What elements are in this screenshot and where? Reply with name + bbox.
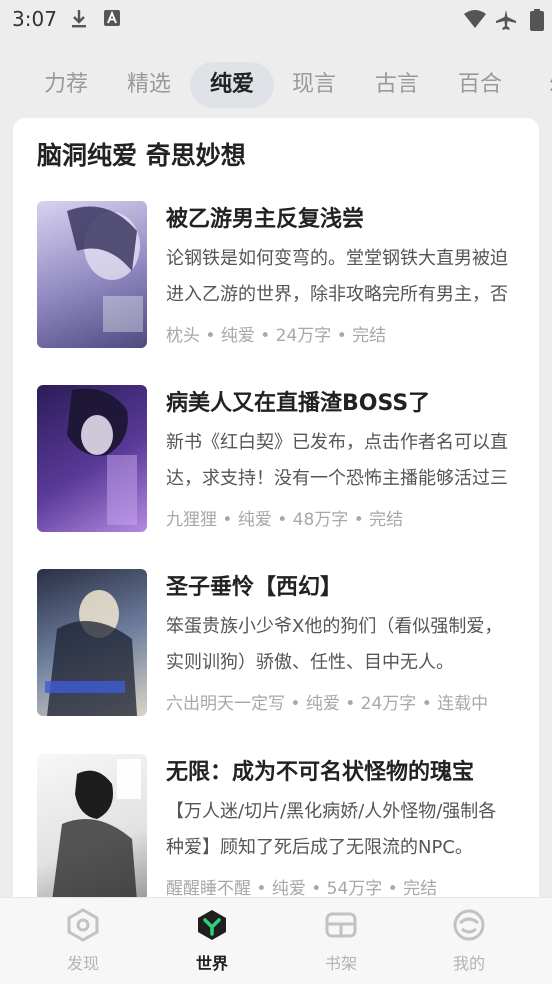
book-item[interactable]: 病美人又在直播渣BOSS了 新书《红白契》已发布，点击作者名可以直达，求支持！没…: [37, 385, 527, 535]
wifi-icon: [463, 9, 487, 33]
book-item[interactable]: 圣子垂怜【西幻】 笨蛋贵族小少爷X他的狗们（看似强制爱，实则训狗）骄傲、任性、目…: [37, 569, 527, 719]
book-meta: 九狸狸 • 纯爱 • 48万字 • 完结: [166, 510, 404, 530]
tab-fantasy[interactable]: 幻: [520, 62, 552, 108]
nav-mine-label: 我的: [452, 954, 485, 973]
nav-discover-label: 发现: [66, 954, 99, 973]
tab-featured[interactable]: 精选: [109, 62, 189, 108]
download-icon: [70, 9, 88, 33]
discover-icon: [66, 908, 100, 946]
book-description: 【万人迷/切片/黑化病娇/人外怪物/强制各种爱】顾知了死后成了无限流的NPC。: [166, 801, 497, 858]
bookshelf-icon: [324, 912, 358, 946]
airplane-icon: [495, 9, 517, 35]
book-cover[interactable]: [37, 385, 147, 532]
book-cover[interactable]: [37, 569, 147, 716]
nav-discover[interactable]: 发现: [43, 908, 123, 974]
book-title[interactable]: 圣子垂怜【西幻】: [166, 569, 342, 601]
book-description: 笨蛋贵族小少爷X他的狗们（看似强制爱，实则训狗）骄傲、任性、目中无人。: [166, 616, 503, 673]
profile-icon: [452, 909, 486, 946]
nav-bookshelf[interactable]: 书架: [301, 908, 381, 974]
book-description: 论钢铁是如何变弯的。堂堂钢铁大直男被迫进入乙游的世界，除非攻略完所有男主，否则无…: [166, 248, 508, 305]
nav-mine[interactable]: 我的: [429, 908, 509, 974]
world-icon: [195, 910, 229, 946]
tab-yuri[interactable]: 百合: [440, 62, 520, 108]
book-title[interactable]: 被乙游男主反复浅尝: [166, 201, 364, 233]
status-bar: 3:07: [0, 0, 552, 40]
book-description: 新书《红白契》已发布，点击作者名可以直达，求支持！没有一个恐怖主播能够活过三期。: [166, 432, 508, 489]
book-meta: 六出明天一定写 • 纯爱 • 24万字 • 连载中: [166, 694, 489, 714]
status-time: 3:07: [12, 7, 57, 31]
tab-modern-romance[interactable]: 现言: [274, 62, 354, 108]
book-meta: 醒醒睡不醒 • 纯爱 • 54万字 • 完结: [166, 879, 438, 899]
book-item[interactable]: 被乙游男主反复浅尝 论钢铁是如何变弯的。堂堂钢铁大直男被迫进入乙游的世界，除非攻…: [37, 201, 527, 351]
tab-ancient-romance[interactable]: 古言: [357, 62, 437, 108]
nav-world-label: 世界: [195, 954, 228, 973]
category-tabs: 力荐 精选 纯爱 现言 古言 百合 幻: [0, 62, 552, 112]
nav-world[interactable]: 世界: [172, 908, 252, 974]
book-title[interactable]: 病美人又在直播渣BOSS了: [166, 385, 430, 417]
section-title: 脑洞纯爱 奇思妙想: [37, 141, 246, 170]
book-meta: 枕头 • 纯爱 • 24万字 • 完结: [166, 326, 387, 346]
battery-icon: [530, 9, 544, 35]
tab-recommend[interactable]: 力荐: [26, 62, 106, 108]
book-title[interactable]: 无限：成为不可名状怪物的瑰宝: [166, 754, 474, 786]
book-list-card: 脑洞纯爱 奇思妙想 被乙游男主反复浅尝 论钢铁是如何变弯的。堂堂钢铁大直男被迫进…: [13, 118, 539, 918]
book-cover[interactable]: [37, 754, 147, 901]
book-cover[interactable]: [37, 201, 147, 348]
bottom-nav: 发现 世界 书架 我的: [0, 897, 552, 984]
font-icon: [103, 9, 121, 31]
nav-bookshelf-label: 书架: [324, 954, 357, 973]
book-item[interactable]: 无限：成为不可名状怪物的瑰宝 【万人迷/切片/黑化病娇/人外怪物/强制各种爱】顾…: [37, 754, 527, 904]
tab-pure-love[interactable]: 纯爱: [190, 62, 274, 108]
